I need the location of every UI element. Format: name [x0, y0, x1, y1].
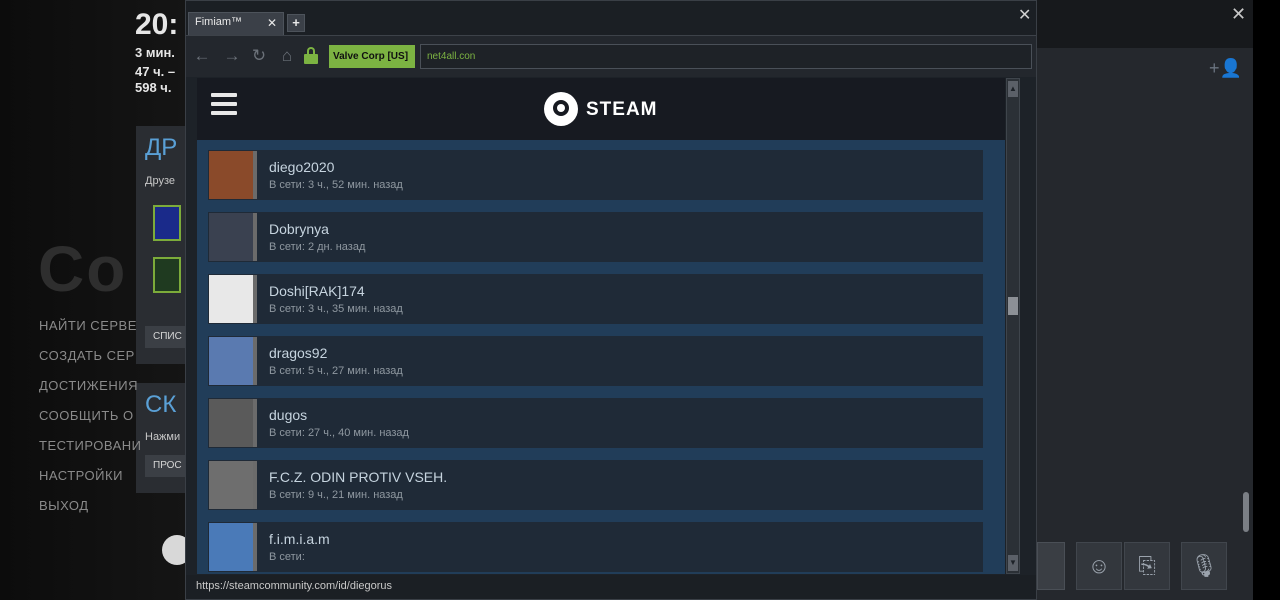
- voice-button[interactable]: 🎙: [1181, 542, 1227, 590]
- section2-title: СК: [145, 391, 177, 418]
- url-input[interactable]: [420, 44, 1032, 69]
- clock: 20:: [135, 8, 179, 41]
- chat-scrollbar[interactable]: [1243, 492, 1249, 532]
- avatar: [209, 213, 257, 261]
- steam-logo-icon[interactable]: [544, 92, 578, 126]
- back-icon[interactable]: ←: [191, 45, 213, 67]
- game-title-bg: Co: [38, 233, 128, 305]
- add-friend-icon[interactable]: +👤: [1209, 58, 1242, 79]
- chat-header: [1037, 0, 1253, 48]
- chat-panel: ✕ +👤 ☺ ⎘ 🎙: [1037, 0, 1253, 600]
- avatar: [209, 151, 257, 199]
- friend-name: diego2020: [269, 159, 335, 175]
- menu-item-settings[interactable]: НАСТРОЙКИ: [39, 468, 142, 498]
- stat-line: 3 мин.: [135, 45, 175, 60]
- friend-name: f.i.m.i.a.m: [269, 531, 330, 547]
- close-icon[interactable]: ✕: [1231, 4, 1246, 25]
- scroll-up-arrow-icon[interactable]: ▲: [1008, 81, 1018, 97]
- avatar: [209, 461, 257, 509]
- avatar: [209, 275, 257, 323]
- friend-thumb[interactable]: [153, 205, 181, 241]
- friend-row[interactable]: diego2020 В сети: 3 ч., 52 мин. назад: [208, 150, 983, 200]
- screen: 20: 3 мин. 47 ч. – 598 ч. Co ДР Друзе СП…: [0, 0, 1280, 600]
- friend-name: dugos: [269, 407, 308, 423]
- friends-subtitle: Друзе: [145, 175, 175, 187]
- new-tab-button[interactable]: +: [287, 14, 305, 32]
- friend-row[interactable]: Dobrynya В сети: 2 дн. назад: [208, 212, 983, 262]
- menu-item-achievements[interactable]: ДОСТИЖЕНИЯ: [39, 378, 142, 408]
- status-bar: https://steamcommunity.com/id/diegorus: [186, 575, 1036, 599]
- stat-line: 47 ч. –: [135, 64, 176, 79]
- friend-thumb[interactable]: [153, 257, 181, 293]
- friends-title: ДР: [145, 134, 178, 161]
- friend-status: В сети:: [269, 551, 305, 563]
- menu-item-create-server[interactable]: СОЗДАТЬ СЕР: [39, 348, 142, 378]
- friend-row[interactable]: dragos92 В сети: 5 ч., 27 мин. назад: [208, 336, 983, 386]
- steam-wordmark[interactable]: STEAM: [586, 99, 658, 121]
- friend-name: Dobrynya: [269, 221, 329, 237]
- chat-input[interactable]: [1037, 542, 1065, 590]
- menu-icon[interactable]: [211, 93, 237, 115]
- friend-name: dragos92: [269, 345, 328, 361]
- menu-item-report[interactable]: СООБЩИТЬ О: [39, 408, 142, 438]
- tab-label: Fimiam™: [195, 16, 243, 28]
- page-scrollbar[interactable]: ▲ ▼: [1006, 78, 1020, 574]
- friend-status: В сети: 3 ч., 35 мин. назад: [269, 303, 403, 315]
- friend-name: F.C.Z. ODIN PROTIV VSEH.: [269, 469, 448, 485]
- steam-header: STEAM: [197, 78, 1005, 140]
- reload-icon[interactable]: ↻: [248, 45, 270, 67]
- friend-row[interactable]: f.i.m.i.a.m В сети:: [208, 522, 983, 572]
- home-icon[interactable]: ⌂: [276, 45, 298, 67]
- attach-button[interactable]: ⎘: [1124, 542, 1170, 590]
- friend-status: В сети: 2 дн. назад: [269, 241, 366, 253]
- friend-status: В сети: 9 ч., 21 мин. назад: [269, 489, 403, 501]
- avatar: [209, 399, 257, 447]
- certificate-badge[interactable]: Valve Corp [US]: [329, 45, 415, 68]
- screen-edge: [1253, 0, 1280, 600]
- scroll-down-arrow-icon[interactable]: ▼: [1008, 555, 1018, 571]
- tab-fimiam[interactable]: Fimiam™ ✕: [188, 12, 284, 35]
- window-close-icon[interactable]: ✕: [1018, 5, 1031, 25]
- tab-bar: Fimiam™ ✕ + ✕: [186, 1, 1036, 35]
- browser-window: Fimiam™ ✕ + ✕ ← → ↻ ⌂ Valve Corp [US] ne…: [185, 0, 1037, 600]
- emoji-button[interactable]: ☺: [1076, 542, 1122, 590]
- scroll-thumb[interactable]: [1008, 297, 1018, 315]
- forward-icon[interactable]: →: [221, 45, 243, 67]
- avatar: [209, 523, 257, 571]
- friend-name: Doshi[RAK]174: [269, 283, 365, 299]
- section2-subtitle: Нажми: [145, 431, 181, 443]
- friend-row[interactable]: Doshi[RAK]174 В сети: 3 ч., 35 мин. наза…: [208, 274, 983, 324]
- lock-icon: [304, 47, 318, 64]
- friend-row[interactable]: F.C.Z. ODIN PROTIV VSEH. В сети: 9 ч., 2…: [208, 460, 983, 510]
- menu-item-exit[interactable]: ВЫХОД: [39, 498, 142, 528]
- friend-status: В сети: 5 ч., 27 мин. назад: [269, 365, 403, 377]
- status-url: https://steamcommunity.com/id/diegorus: [196, 580, 393, 592]
- stat-line: 598 ч.: [135, 80, 172, 95]
- friend-row[interactable]: dugos В сети: 27 ч., 40 мин. назад: [208, 398, 983, 448]
- friend-status: В сети: 27 ч., 40 мин. назад: [269, 427, 409, 439]
- avatar: [209, 337, 257, 385]
- game-menu: НАЙТИ СЕРВЕ СОЗДАТЬ СЕР ДОСТИЖЕНИЯ СООБЩ…: [39, 318, 142, 528]
- menu-item-find-server[interactable]: НАЙТИ СЕРВЕ: [39, 318, 142, 348]
- page-content: STEAM diego2020 В сети: 3 ч., 52 мин. на…: [197, 78, 1005, 574]
- friends-list: diego2020 В сети: 3 ч., 52 мин. назад Do…: [197, 140, 1005, 574]
- tab-close-icon[interactable]: ✕: [267, 16, 277, 30]
- friend-status: В сети: 3 ч., 52 мин. назад: [269, 179, 403, 191]
- menu-item-testing[interactable]: ТЕСТИРОВАНИ: [39, 438, 142, 468]
